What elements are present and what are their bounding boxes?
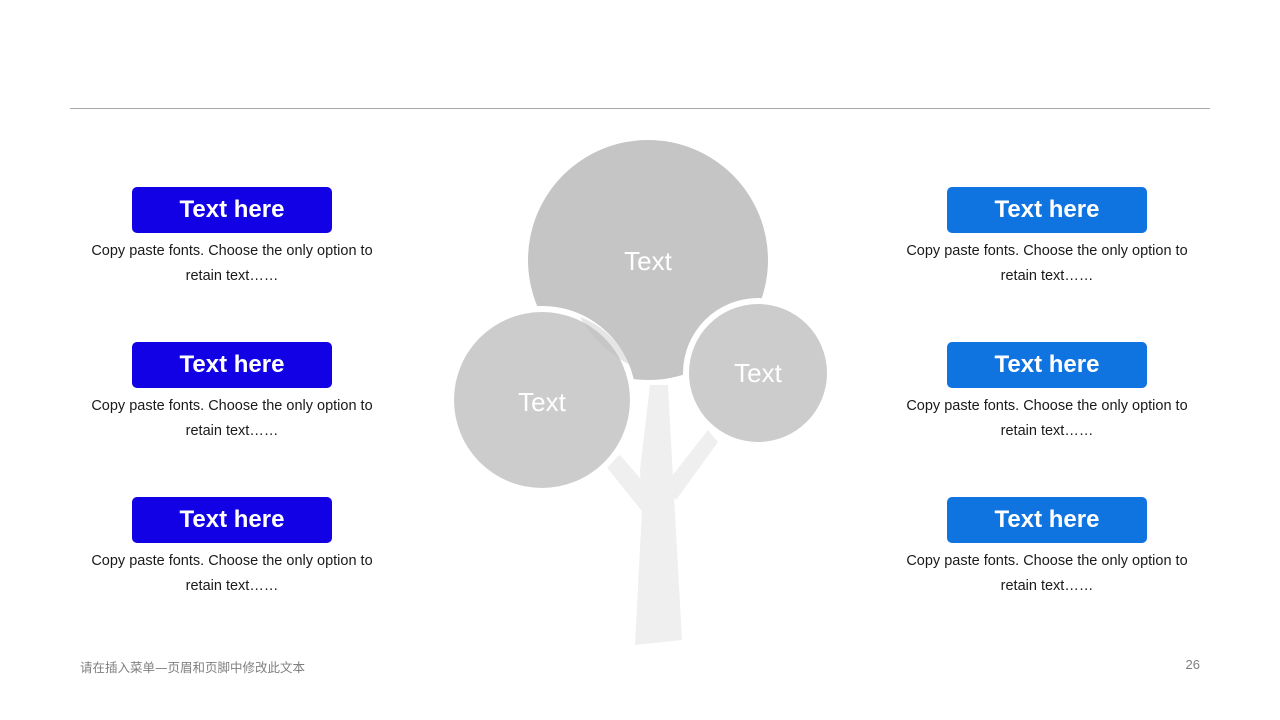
top-bubble-label: Text: [624, 246, 672, 276]
tree-svg: Text Text Text: [448, 140, 833, 645]
right-item-1-desc-line1: Copy paste fonts. Choose the only option…: [906, 243, 1188, 259]
right-item-3-desc-line2: retain text……: [1000, 578, 1094, 594]
right-item-3-title-button[interactable]: Text here: [947, 497, 1147, 543]
left-bubble-label: Text: [518, 387, 566, 417]
left-item-1-desc-line2: retain text……: [185, 268, 279, 284]
left-item-3-title-button[interactable]: Text here: [132, 497, 332, 543]
right-item-2-desc-line1: Copy paste fonts. Choose the only option…: [906, 398, 1188, 414]
left-item-3-desc-line1: Copy paste fonts. Choose the only option…: [91, 553, 373, 569]
left-item-1-desc-line1: Copy paste fonts. Choose the only option…: [91, 243, 373, 259]
right-item-1-desc-line2: retain text……: [1000, 268, 1094, 284]
right-item-1-description: Copy paste fonts. Choose the only option…: [897, 239, 1197, 289]
left-item-1-title-button[interactable]: Text here: [132, 187, 332, 233]
right-item-2-description: Copy paste fonts. Choose the only option…: [897, 394, 1197, 444]
left-item-3-description: Copy paste fonts. Choose the only option…: [82, 549, 382, 599]
left-item-2-title-button[interactable]: Text here: [132, 342, 332, 388]
left-item-1: Text here Copy paste fonts. Choose the o…: [82, 187, 382, 289]
right-item-3: Text here Copy paste fonts. Choose the o…: [897, 497, 1197, 599]
left-item-2: Text here Copy paste fonts. Choose the o…: [82, 342, 382, 444]
tree-graphic: Text Text Text: [440, 130, 840, 650]
left-item-3: Text here Copy paste fonts. Choose the o…: [82, 497, 382, 599]
footer-text: 请在插入菜单—页眉和页脚中修改此文本: [80, 660, 306, 675]
left-item-2-desc-line1: Copy paste fonts. Choose the only option…: [91, 398, 373, 414]
right-item-1-title-button[interactable]: Text here: [947, 187, 1147, 233]
right-item-1: Text here Copy paste fonts. Choose the o…: [897, 187, 1197, 289]
right-item-2-desc-line2: retain text……: [1000, 423, 1094, 439]
right-item-3-desc-line1: Copy paste fonts. Choose the only option…: [906, 553, 1188, 569]
left-item-2-desc-line2: retain text……: [185, 423, 279, 439]
header-divider: [70, 108, 1210, 109]
left-item-2-description: Copy paste fonts. Choose the only option…: [82, 394, 382, 444]
left-item-3-desc-line2: retain text……: [185, 578, 279, 594]
right-item-2-title-button[interactable]: Text here: [947, 342, 1147, 388]
left-item-1-description: Copy paste fonts. Choose the only option…: [82, 239, 382, 289]
right-item-3-description: Copy paste fonts. Choose the only option…: [897, 549, 1197, 599]
right-item-2: Text here Copy paste fonts. Choose the o…: [897, 342, 1197, 444]
right-bubble-label: Text: [734, 358, 782, 388]
page-number: 26: [1185, 657, 1200, 672]
